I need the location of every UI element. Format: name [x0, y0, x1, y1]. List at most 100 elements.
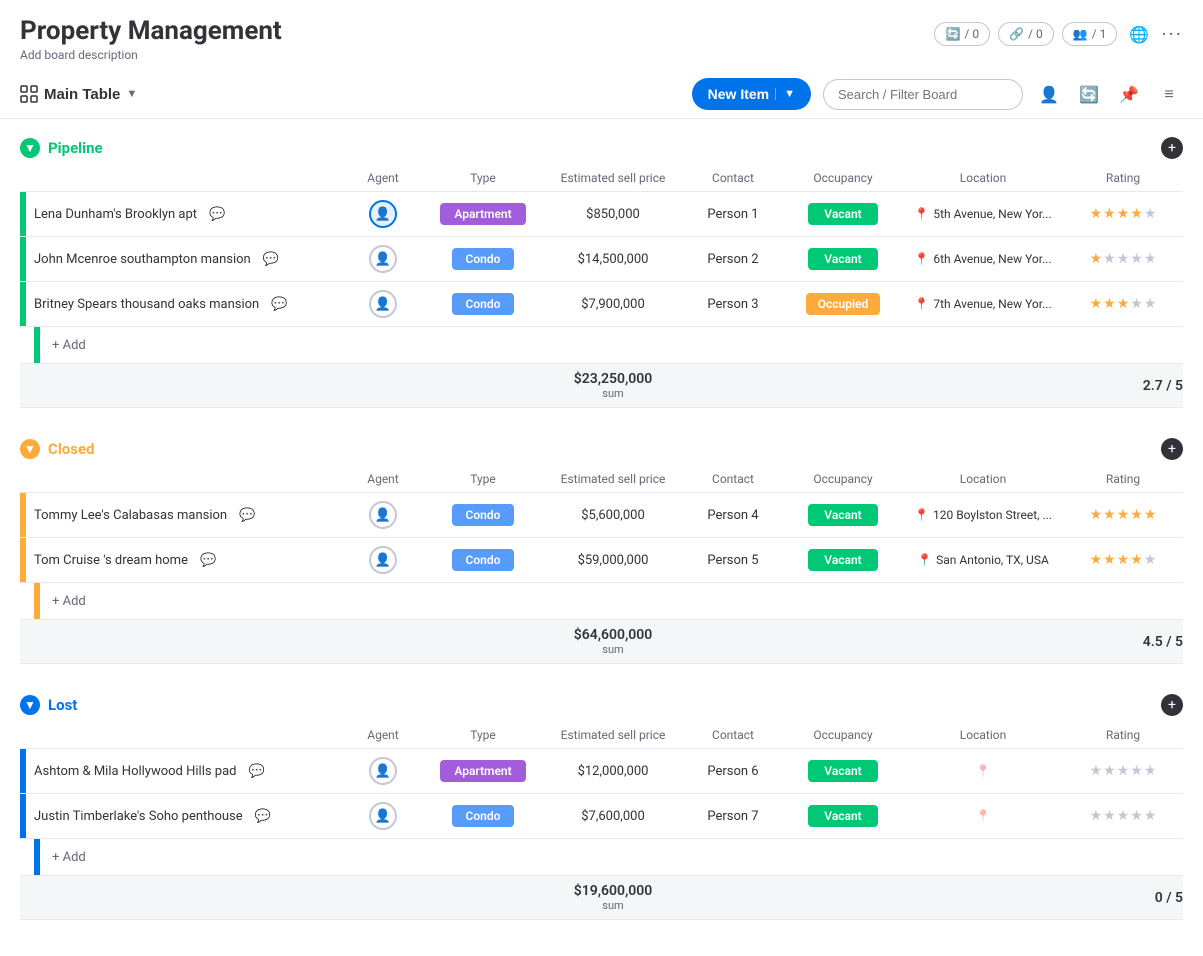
comment-icon[interactable]: 💬 — [263, 252, 279, 267]
contact-cell[interactable]: Person 6 — [683, 749, 783, 794]
type-badge[interactable]: Apartment — [440, 203, 525, 225]
group-title-closed[interactable]: Closed — [48, 440, 95, 458]
more-options-icon[interactable]: ··· — [1161, 22, 1183, 46]
stat-automations[interactable]: 🔄 / 0 — [934, 22, 990, 46]
group-title-pipeline[interactable]: Pipeline — [48, 139, 103, 157]
type-badge[interactable]: Condo — [452, 248, 515, 270]
location-cell[interactable]: 📍 — [903, 764, 1063, 778]
occupancy-badge[interactable]: Vacant — [808, 203, 878, 225]
rating-cell[interactable]: ★★★★★ — [1063, 507, 1183, 523]
person-icon[interactable]: 👤 — [1035, 80, 1063, 108]
occupancy-badge[interactable]: Vacant — [808, 760, 878, 782]
search-input[interactable] — [823, 79, 1023, 110]
refresh-icon[interactable]: 🔄 — [1075, 80, 1103, 108]
group-title-lost[interactable]: Lost — [48, 696, 77, 714]
agent-avatar[interactable]: 👤 — [369, 245, 397, 273]
agent-avatar[interactable]: 👤 — [369, 546, 397, 574]
type-badge[interactable]: Condo — [452, 293, 515, 315]
rating-cell[interactable]: ★★★★★ — [1063, 206, 1183, 222]
table-container-closed: AgentTypeEstimated sell priceContactOccu… — [0, 466, 1203, 664]
globe-icon[interactable]: 🌐 — [1125, 20, 1153, 48]
group-toggle-pipeline[interactable]: ▼ — [20, 138, 40, 158]
type-badge[interactable]: Apartment — [440, 760, 525, 782]
contact-cell[interactable]: Person 4 — [683, 493, 783, 538]
occupancy-badge[interactable]: Vacant — [808, 248, 878, 270]
agent-avatar[interactable]: 👤 — [369, 290, 397, 318]
agent-avatar[interactable]: 👤 — [369, 501, 397, 529]
type-badge[interactable]: Condo — [452, 549, 515, 571]
comment-icon[interactable]: 💬 — [249, 764, 265, 779]
occupancy-badge[interactable]: Vacant — [808, 805, 878, 827]
group-add-button-lost[interactable]: + — [1161, 694, 1183, 716]
star-empty: ★ — [1130, 296, 1143, 312]
contact-cell[interactable]: Person 5 — [683, 538, 783, 583]
price-cell[interactable]: $7,900,000 — [543, 282, 683, 327]
add-item-row[interactable]: + Add — [20, 583, 1183, 620]
rating-cell[interactable]: ★★★★★ — [1063, 552, 1183, 568]
comment-icon[interactable]: 💬 — [255, 809, 271, 824]
pin-icon[interactable]: 📌 — [1115, 80, 1143, 108]
comment-icon[interactable]: 💬 — [209, 207, 225, 222]
star-empty: ★ — [1144, 763, 1157, 779]
app-header: Property Management Add board descriptio… — [0, 0, 1203, 70]
location-cell[interactable]: 📍San Antonio, TX, USA — [903, 553, 1063, 567]
rating-cell[interactable]: ★★★★★ — [1063, 763, 1183, 779]
col-header-type: Type — [423, 466, 543, 493]
integrations-icon: 🔗 — [1009, 27, 1024, 41]
group-toggle-closed[interactable]: ▼ — [20, 439, 40, 459]
type-badge[interactable]: Condo — [452, 805, 515, 827]
type-badge[interactable]: Condo — [452, 504, 515, 526]
rating-cell[interactable]: ★★★★★ — [1063, 251, 1183, 267]
add-item-button[interactable]: + Add — [20, 583, 1183, 619]
location-cell[interactable]: 📍6th Avenue, New Yor... — [903, 252, 1063, 266]
sum-rating-cell: 2.7 / 5 — [1063, 364, 1183, 408]
star-empty: ★ — [1144, 206, 1157, 222]
occupancy-badge[interactable]: Vacant — [808, 549, 878, 571]
contact-cell[interactable]: Person 7 — [683, 794, 783, 839]
contact-cell[interactable]: Person 2 — [683, 237, 783, 282]
price-cell[interactable]: $850,000 — [543, 192, 683, 237]
integrations-count: / 0 — [1028, 27, 1043, 41]
contact-cell[interactable]: Person 3 — [683, 282, 783, 327]
rating-cell[interactable]: ★★★★★ — [1063, 808, 1183, 824]
add-item-button[interactable]: + Add — [20, 327, 1183, 363]
location-cell[interactable]: 📍7th Avenue, New Yor... — [903, 297, 1063, 311]
table-row: Tom Cruise 's dream home💬👤Condo$59,000,0… — [20, 538, 1183, 583]
agent-avatar[interactable]: 👤 — [369, 200, 397, 228]
location-cell[interactable]: 📍120 Boylston Street, ... — [903, 508, 1063, 522]
price-cell[interactable]: $12,000,000 — [543, 749, 683, 794]
sum-price-cell: $19,600,000sum — [543, 876, 683, 920]
location-cell[interactable]: 📍 — [903, 809, 1063, 823]
board-description[interactable]: Add board description — [20, 48, 282, 62]
comment-icon[interactable]: 💬 — [239, 508, 255, 523]
rating-cell[interactable]: ★★★★★ — [1063, 296, 1183, 312]
location-pin-icon: 📍 — [914, 508, 929, 522]
agent-avatar[interactable]: 👤 — [369, 802, 397, 830]
add-item-row[interactable]: + Add — [20, 327, 1183, 364]
star-filled: ★ — [1103, 296, 1116, 312]
occupancy-badge[interactable]: Vacant — [808, 504, 878, 526]
new-item-dropdown-arrow[interactable]: ▼ — [775, 88, 795, 100]
filter-icon[interactable]: ≡ — [1155, 80, 1183, 108]
stat-members[interactable]: 👥 / 1 — [1062, 22, 1118, 46]
comment-icon[interactable]: 💬 — [271, 297, 287, 312]
star-empty: ★ — [1117, 808, 1130, 824]
group-toggle-lost[interactable]: ▼ — [20, 695, 40, 715]
price-cell[interactable]: $7,600,000 — [543, 794, 683, 839]
occupancy-badge[interactable]: Occupied — [806, 293, 881, 315]
add-stripe-bar — [34, 327, 40, 363]
location-cell[interactable]: 📍5th Avenue, New Yor... — [903, 207, 1063, 221]
main-table-button[interactable]: Main Table ▼ — [20, 85, 137, 103]
add-item-row[interactable]: + Add — [20, 839, 1183, 876]
price-cell[interactable]: $14,500,000 — [543, 237, 683, 282]
add-item-button[interactable]: + Add — [20, 839, 1183, 875]
comment-icon[interactable]: 💬 — [200, 553, 216, 568]
new-item-button[interactable]: New Item ▼ — [692, 78, 811, 110]
agent-avatar[interactable]: 👤 — [369, 757, 397, 785]
group-add-button-pipeline[interactable]: + — [1161, 137, 1183, 159]
group-add-button-closed[interactable]: + — [1161, 438, 1183, 460]
stat-integrations[interactable]: 🔗 / 0 — [998, 22, 1054, 46]
price-cell[interactable]: $59,000,000 — [543, 538, 683, 583]
price-cell[interactable]: $5,600,000 — [543, 493, 683, 538]
contact-cell[interactable]: Person 1 — [683, 192, 783, 237]
